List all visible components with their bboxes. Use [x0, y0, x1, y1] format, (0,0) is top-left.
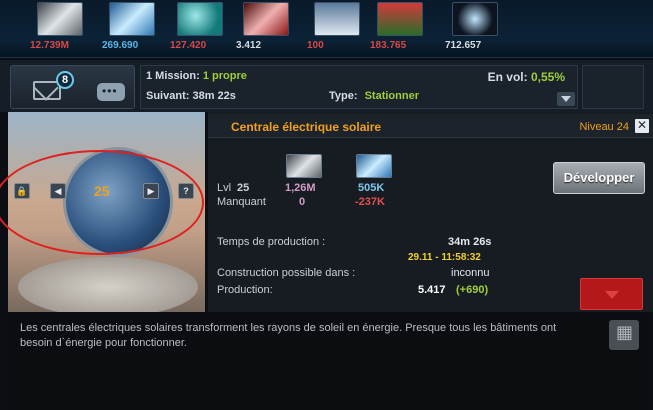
message-box: 8 [10, 65, 135, 109]
crystal-icon [109, 2, 155, 36]
develop-button[interactable]: Développer [553, 162, 645, 194]
crystal-resource[interactable]: 269.690 [102, 2, 162, 51]
chat-icon[interactable] [97, 83, 125, 101]
production-label: Production: [217, 284, 273, 296]
side-panel [582, 65, 644, 109]
population-icon [314, 2, 360, 36]
metal-resource[interactable]: 12.739M [30, 2, 90, 51]
building-title-bar: Centrale électrique solaire Niveau 24 ✕ [208, 114, 653, 138]
close-button[interactable]: ✕ [635, 119, 649, 133]
help-button[interactable]: ? [178, 183, 194, 199]
production-value: 5.417 [418, 284, 446, 296]
lock-icon[interactable]: 🔒 [14, 183, 30, 199]
building-name: Centrale électrique solaire [231, 120, 382, 134]
mission-count: 1 Mission: 1 propre [146, 70, 247, 82]
population-value: 100 [307, 40, 324, 51]
mission-type-label: Type: [329, 90, 358, 102]
energy-icon [243, 2, 289, 36]
metal-missing: 0 [299, 196, 306, 208]
mission-count-label: 1 Mission: [146, 70, 200, 82]
mission-own: 1 propre [202, 70, 247, 82]
metal-cost-icon [286, 154, 322, 178]
darkmatter-resource[interactable]: 712.657 [445, 2, 505, 51]
construction-possible-value: inconnu [451, 267, 490, 279]
metal-icon [37, 2, 83, 36]
building-info-panel: Centrale électrique solaire Niveau 24 ✕ … [208, 112, 653, 312]
production-time-label: Temps de production : [217, 236, 326, 248]
resource-bar: 12.739M 269.690 127.420 3.412 100 183.76… [0, 0, 653, 58]
demolish-button[interactable] [580, 278, 643, 310]
population-resource[interactable]: 100 [307, 2, 367, 51]
construction-possible-label: Construction possible dans : [217, 267, 356, 279]
mission-next-time: 38m 22s [192, 90, 236, 102]
finish-date: 29.11 - 11:58:32 [408, 252, 481, 263]
mission-panel[interactable]: 1 Mission: 1 propre Suivant: 38m 22s Typ… [140, 65, 578, 109]
level-navigator: 🔒 ◀ 25 ▶ ? [8, 183, 205, 201]
metal-value: 12.739M [30, 40, 69, 51]
previous-level-button[interactable]: ◀ [50, 183, 66, 199]
level-value: 24 [616, 121, 629, 133]
flight-value: 0,55% [530, 70, 565, 84]
mission-dropdown-button[interactable] [557, 92, 575, 106]
mission-next-label: Suivant: [146, 90, 190, 102]
lvl-label: Lvl [217, 182, 232, 194]
deuterium-resource[interactable]: 127.420 [170, 2, 230, 51]
unread-badge: 8 [56, 71, 74, 89]
metal-cost: 1,26M [285, 182, 316, 194]
energy-value: 3.412 [236, 40, 262, 51]
crystal-cost-icon [356, 154, 392, 178]
darkmatter-value: 712.657 [445, 40, 482, 51]
next-level-button[interactable]: ▶ [143, 183, 159, 199]
production-delta: (+690) [456, 284, 489, 296]
food-icon [377, 2, 423, 36]
crystal-missing: -237K [355, 196, 385, 208]
mission-next: Suivant: 38m 22s [146, 90, 236, 102]
lvl-value: 25 [237, 182, 250, 194]
crystal-cost: 505K [358, 182, 385, 194]
production-time-value: 34m 26s [448, 236, 492, 248]
selected-level: 25 [94, 183, 110, 199]
deuterium-value: 127.420 [170, 40, 207, 51]
mission-type-value: Stationner [364, 90, 419, 102]
building-description: Les centrales électriques solaires trans… [20, 322, 557, 349]
food-resource[interactable]: 183.765 [370, 2, 430, 51]
building-base [18, 257, 198, 312]
mission-type: Type: Stationner [329, 90, 419, 102]
level-label: Niveau [579, 121, 614, 133]
crystal-value: 269.690 [102, 40, 139, 51]
darkmatter-icon [452, 2, 498, 36]
mission-bar: 8 1 Mission: 1 propre Suivant: 38m 22s T… [0, 60, 653, 112]
deuterium-icon [177, 2, 223, 36]
energy-resource[interactable]: 3.412 [236, 2, 296, 51]
building-level: Niveau 24 [579, 121, 629, 133]
flight-status: En vol: 0,55% [488, 70, 565, 84]
highlight-circle [0, 150, 204, 255]
grid-icon[interactable] [609, 320, 639, 350]
description-panel: Les centrales électriques solaires trans… [8, 314, 645, 410]
food-value: 183.765 [370, 40, 407, 51]
manquant-label: Manquant [217, 196, 266, 208]
flight-label: En vol: [487, 70, 528, 84]
